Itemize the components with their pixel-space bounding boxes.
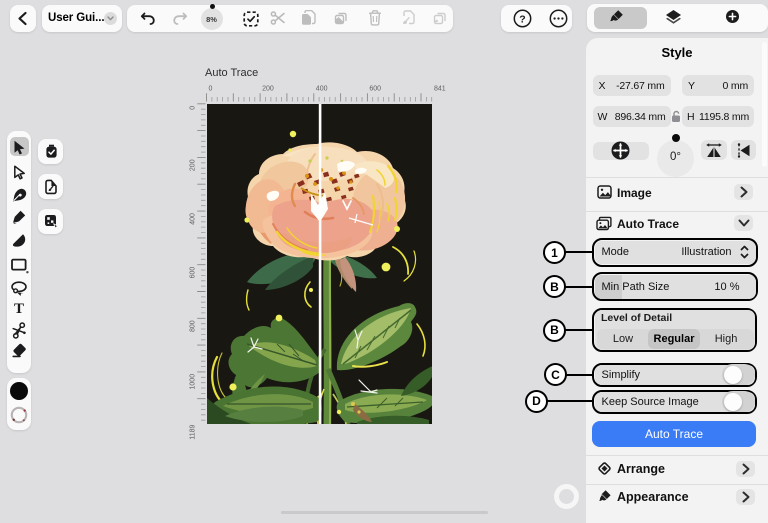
svg-text:600: 600 (190, 267, 197, 279)
svg-text:0: 0 (209, 86, 213, 93)
svg-text:400: 400 (190, 213, 197, 225)
svg-text:1000: 1000 (190, 374, 197, 390)
svg-text:200: 200 (262, 86, 274, 93)
svg-text:1189: 1189 (190, 425, 197, 440)
svg-text:0: 0 (190, 106, 197, 110)
svg-text:?: ? (519, 13, 525, 25)
svg-text:600: 600 (369, 86, 381, 93)
svg-text:200: 200 (190, 159, 197, 171)
svg-text:841: 841 (434, 86, 446, 93)
svg-text:400: 400 (316, 86, 328, 93)
svg-text:800: 800 (190, 320, 197, 332)
